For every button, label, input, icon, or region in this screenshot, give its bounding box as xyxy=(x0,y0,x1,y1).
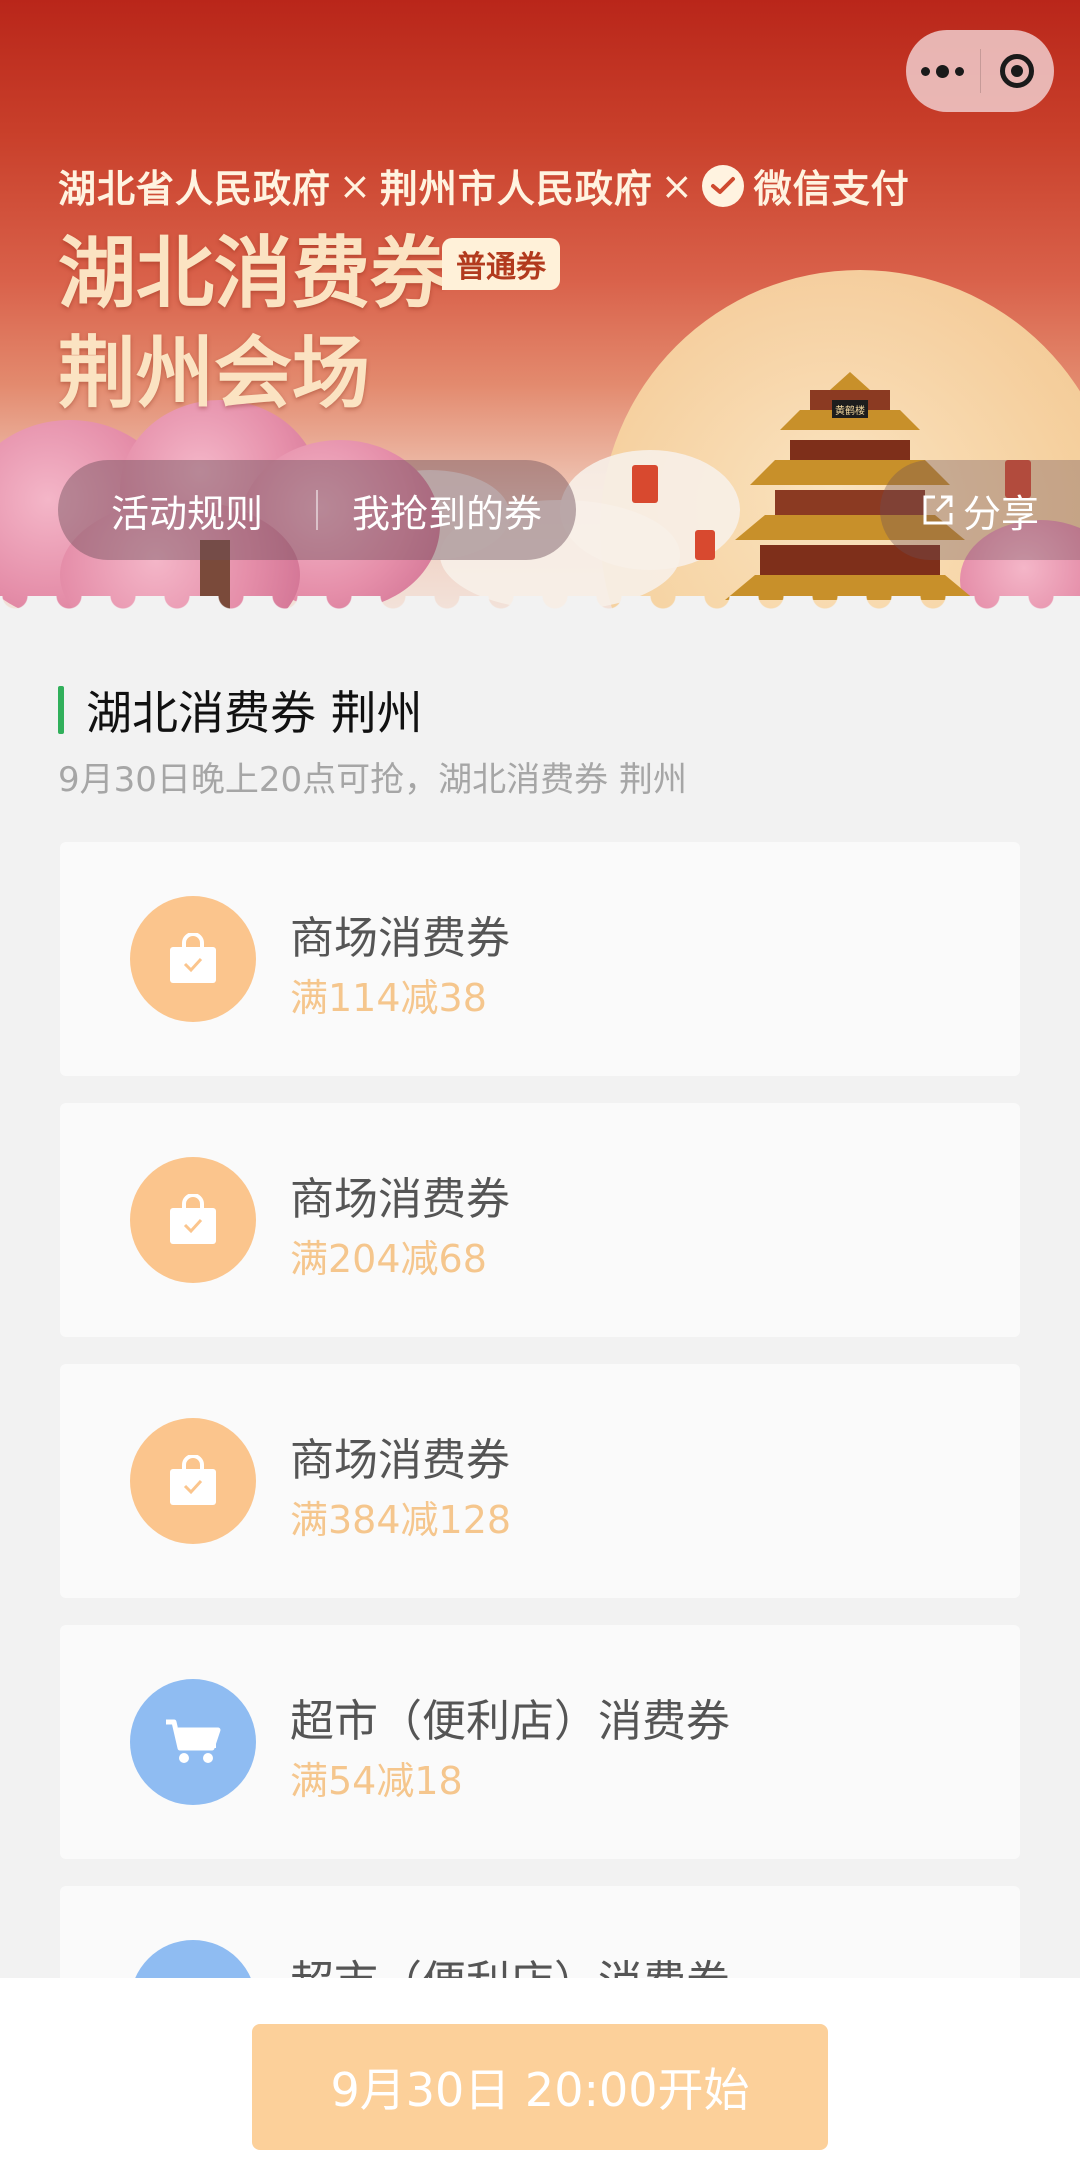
coupon-name: 商场消费券 xyxy=(290,1435,510,1486)
coupon-deal: 满384减128 xyxy=(290,1498,512,1542)
tower-plaque: 黄鹤楼 xyxy=(835,404,865,417)
close-miniprogram-icon[interactable] xyxy=(981,30,1055,112)
hero-title: 湖北消费券 荆州会场 xyxy=(58,224,448,424)
my-coupons-link[interactable]: 我抢到的券 xyxy=(318,483,576,538)
coupon-name: 超市（便利店）消费券 xyxy=(290,1696,730,1747)
shopping-bag-icon xyxy=(130,1157,256,1283)
start-time-button[interactable]: 9月30日 20:00开始 xyxy=(252,2024,828,2150)
section-title: 湖北消费券 荆州 xyxy=(58,680,423,740)
coupon-deal: 满204减68 xyxy=(290,1237,487,1281)
share-label: 分享 xyxy=(962,491,1039,536)
cross-separator: × xyxy=(339,163,372,208)
ticket-decoration xyxy=(695,530,715,560)
share-icon xyxy=(923,495,953,525)
sponsor-hubei: 湖北省人民政府 xyxy=(58,167,332,211)
coupon-deal: 满54减18 xyxy=(290,1759,463,1803)
hero-title-line2: 荆州会场 xyxy=(58,329,371,419)
hero-banner: 黄鹤楼 湖北省人民政府 × 荆州市人民政府 × 微信支付 湖北消费券 荆州会场 … xyxy=(0,0,1080,620)
coupon-type-badge: 普通券 xyxy=(442,238,560,290)
hero-title-line1: 湖北消费券 xyxy=(58,229,449,319)
coupon-card[interactable]: 商场消费券 满114减38 xyxy=(60,842,1020,1076)
coupon-card[interactable]: 商场消费券 满384减128 xyxy=(60,1364,1020,1598)
shopping-bag-icon xyxy=(130,1418,256,1544)
hero-nav: 活动规则 我抢到的券 xyxy=(58,460,576,560)
shopping-cart-icon xyxy=(130,1679,256,1805)
coupon-card[interactable]: 超市（便利店）消费券 满54减18 xyxy=(60,1625,1020,1859)
sponsor-line: 湖北省人民政府 × 荆州市人民政府 × 微信支付 xyxy=(58,158,910,213)
ticket-decoration xyxy=(632,465,658,503)
cross-separator: × xyxy=(660,163,694,208)
sponsor-jingzhou: 荆州市人民政府 xyxy=(379,167,653,211)
coupon-card[interactable]: 商场消费券 满204减68 xyxy=(60,1103,1020,1337)
coupon-deal: 满114减38 xyxy=(290,976,487,1020)
activity-rules-link[interactable]: 活动规则 xyxy=(58,483,316,538)
share-button[interactable]: 分享 xyxy=(880,460,1080,560)
sponsor-wechat-pay: 微信支付 xyxy=(753,167,910,211)
more-icon[interactable] xyxy=(906,30,980,112)
section-subtitle: 9月30日晚上20点可抢，湖北消费券 荆州 xyxy=(58,760,687,800)
miniprogram-capsule xyxy=(906,30,1054,112)
bottom-bar: 9月30日 20:00开始 xyxy=(0,1978,1080,2181)
section-title-text: 湖北消费券 荆州 xyxy=(86,686,423,740)
coupon-name: 商场消费券 xyxy=(290,913,510,964)
shopping-bag-icon xyxy=(130,896,256,1022)
coupon-name: 商场消费券 xyxy=(290,1174,510,1225)
wechat-pay-icon xyxy=(701,164,744,207)
scallop-edge xyxy=(0,596,1080,626)
